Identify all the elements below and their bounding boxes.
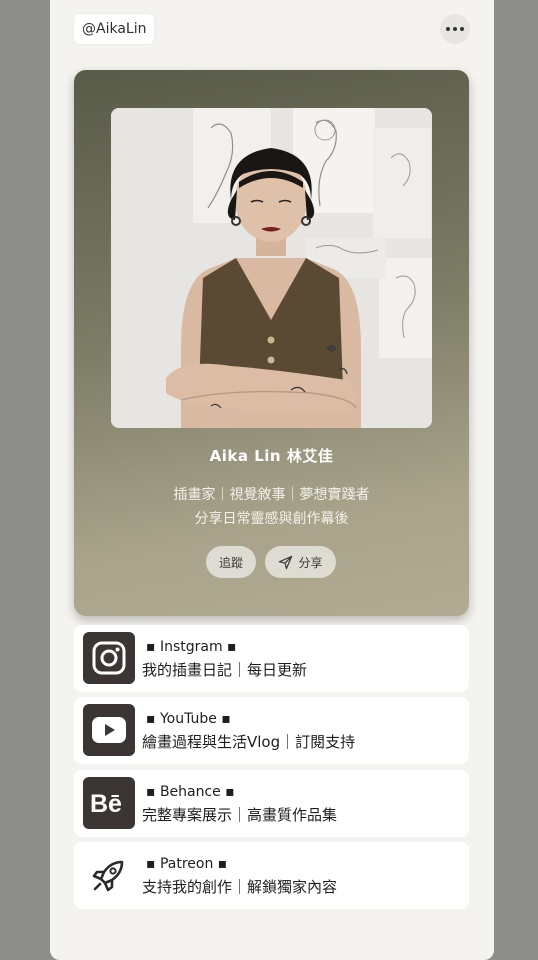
link-card-patreon[interactable]: ▪ Patreon ▪ 支持我的創作｜解鎖獨家內容: [74, 842, 469, 909]
link-card-behance[interactable]: Bē ▪ Behance ▪ 完整專案展示｜高畫質作品集: [74, 770, 469, 837]
profile-page: @AikaLin Aika Lin 林艾佳 插畫家｜視覺敘事｜夢想實踐者 分享日…: [50, 0, 494, 960]
follow-label: 追蹤: [218, 555, 243, 570]
link-card-youtube[interactable]: ▪ YouTube ▪ 繪畫過程與生活Vlog｜訂閱支持: [74, 697, 469, 764]
share-label: 分享: [298, 555, 323, 570]
share-button[interactable]: 分享: [265, 546, 336, 578]
link-title: ▪ Behance ▪: [146, 784, 235, 800]
handle-label[interactable]: @AikaLin: [74, 14, 155, 44]
link-desc: 支持我的創作｜解鎖獨家內容: [142, 878, 338, 896]
profile-photo: [111, 108, 432, 428]
profile-bio-line1: 插畫家｜視覺敘事｜夢想實踐者: [173, 487, 370, 503]
profile-bio-line2: 分享日常靈感與創作幕後: [194, 511, 349, 527]
dot-icon: [460, 27, 464, 31]
link-title: ▪ YouTube ▪: [146, 711, 231, 727]
rocket-icon: [83, 849, 135, 901]
more-options-button[interactable]: [440, 14, 470, 44]
instagram-icon: [83, 632, 135, 684]
behance-icon: Bē: [83, 777, 135, 829]
follow-button[interactable]: 追蹤: [206, 546, 256, 578]
link-desc: 完整專案展示｜高畫質作品集: [142, 806, 338, 824]
link-desc: 繪畫過程與生活Vlog｜訂閱支持: [142, 733, 356, 751]
youtube-icon: [83, 704, 135, 756]
svg-text:Bē: Bē: [90, 790, 122, 816]
dot-icon: [453, 27, 457, 31]
profile-card: Aika Lin 林艾佳 插畫家｜視覺敘事｜夢想實踐者 分享日常靈感與創作幕後 …: [74, 70, 469, 616]
link-card-instagram[interactable]: ▪ Instgram ▪ 我的插畫日記｜每日更新: [74, 625, 469, 692]
link-title: ▪ Instgram ▪: [146, 639, 237, 655]
profile-name: Aika Lin 林艾佳: [209, 447, 334, 465]
dot-icon: [446, 27, 450, 31]
link-title: ▪ Patreon ▪: [146, 856, 228, 872]
send-icon: [279, 555, 293, 569]
link-desc: 我的插畫日記｜每日更新: [142, 661, 308, 679]
